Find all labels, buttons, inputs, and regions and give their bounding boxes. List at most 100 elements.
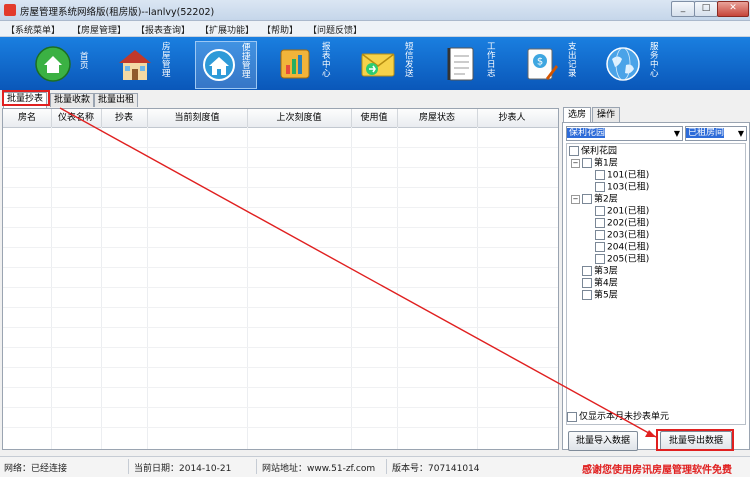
room-status-select[interactable]: 已租房间 ▼ — [685, 126, 747, 141]
collapse-icon[interactable]: − — [571, 194, 580, 204]
minimize-button[interactable]: _ — [671, 1, 695, 17]
toolbar-work-log[interactable]: 工作日志 — [437, 41, 507, 87]
tree-node-room[interactable]: 204(已租) — [595, 242, 649, 253]
toolbar-sms[interactable]: 短信发送 — [355, 41, 425, 87]
tree-node-label: 第2层 — [594, 194, 618, 205]
tab-select-room[interactable]: 选房 — [563, 107, 592, 122]
community-select-value: 保利花园 — [567, 128, 606, 138]
toolbar-home[interactable]: 首页 — [30, 41, 100, 87]
column-reader[interactable]: 抄表人 — [477, 109, 547, 127]
checkbox[interactable] — [582, 266, 592, 276]
toolbar-sms-label: 短信发送 — [405, 42, 414, 79]
tree-node-label: 201(已租) — [607, 206, 650, 217]
checkbox[interactable] — [582, 278, 592, 288]
toolbar-expense-record-label: 支出记录 — [568, 42, 577, 79]
globe-icon — [606, 47, 640, 81]
checkbox[interactable] — [595, 254, 605, 264]
room-tree[interactable]: 保利花园 − 第1层 101(已租) 103(已租) − 第2层 201(已租) 2… — [566, 143, 746, 425]
menu-help[interactable]: 【帮助】 — [262, 23, 298, 36]
checkbox[interactable] — [582, 194, 592, 204]
column-usage[interactable]: 使用值 — [351, 109, 398, 127]
tree-node-root[interactable]: 保利花园 — [569, 146, 617, 157]
room-status-select-value: 已租房间 — [686, 128, 725, 138]
checkbox[interactable] — [595, 230, 605, 240]
tree-node-label: 第4层 — [594, 278, 618, 289]
tree-node-floor[interactable]: 第4层 — [582, 278, 618, 289]
checkbox[interactable] — [595, 218, 605, 228]
tree-node-label: 203(已租) — [607, 230, 650, 241]
tree-node-room[interactable]: 203(已租) — [595, 230, 649, 241]
menu-system[interactable]: 【系统菜单】 — [6, 23, 60, 36]
left-tab-strip: 批量抄表 批量收款 批量出租 — [0, 92, 560, 108]
only-unread-label: 仅显示本月未抄表单元 — [579, 412, 670, 422]
toolbar-quick-management-label: 便捷管理 — [242, 43, 251, 80]
column-reading[interactable]: 抄表 — [101, 109, 148, 127]
checkbox[interactable] — [595, 182, 605, 192]
checkbox[interactable] — [595, 206, 605, 216]
tree-node-label: 第3层 — [594, 266, 618, 277]
tree-node-floor[interactable]: 第5层 — [582, 290, 618, 301]
envelope-icon — [361, 53, 395, 77]
tree-node-room[interactable]: 103(已租) — [595, 182, 649, 193]
collapse-icon[interactable]: − — [571, 158, 580, 168]
tree-node-floor[interactable]: − 第2层 — [571, 194, 618, 205]
tree-node-label: 204(已租) — [607, 242, 650, 253]
menu-report-query[interactable]: 【报表查询】 — [136, 23, 190, 36]
tree-node-label: 第1层 — [594, 158, 618, 169]
tree-node-label: 第5层 — [594, 290, 618, 301]
toolbar-house-management[interactable]: 房屋管理 — [112, 41, 182, 87]
meter-reading-table[interactable]: 房名 仪表名称 抄表 当前刻度值 上次刻度值 使用值 房屋状态 抄表人 — [2, 108, 559, 450]
only-unread-checkbox[interactable]: 仅显示本月未抄表单元 — [567, 409, 669, 422]
tree-node-label: 103(已租) — [607, 182, 650, 193]
version-number: 版本号：707141014 — [392, 464, 480, 474]
menu-extensions[interactable]: 【扩展功能】 — [200, 23, 254, 36]
column-room-name[interactable]: 房名 — [3, 109, 52, 127]
toolbar-quick-management[interactable]: 便捷管理 — [195, 41, 257, 89]
checkbox[interactable] — [569, 146, 579, 156]
community-select[interactable]: 保利花园 ▼ — [566, 126, 683, 141]
tree-node-label: 202(已租) — [607, 218, 650, 229]
toolbar-report-center-label: 报表中心 — [322, 42, 331, 79]
tab-batch-collection[interactable]: 批量收款 — [50, 93, 95, 107]
column-meter-name[interactable]: 仪表名称 — [51, 109, 102, 127]
tree-node-floor[interactable]: 第3层 — [582, 266, 618, 277]
right-tab-strip: 选房 操作 — [562, 107, 748, 122]
house-gear-icon — [203, 49, 235, 81]
checkbox[interactable] — [595, 242, 605, 252]
toolbar-house-management-label: 房屋管理 — [162, 42, 171, 79]
tree-node-room[interactable]: 101(已租) — [595, 170, 649, 181]
toolbar-expense-record[interactable]: $ 支出记录 — [518, 41, 588, 87]
close-button[interactable]: ✕ — [717, 1, 749, 17]
toolbar-report-center[interactable]: 报表中心 — [272, 41, 342, 87]
checkbox[interactable] — [582, 158, 592, 168]
window-title: 房屋管理系统网络版(租房版)--lanlvy(52202) — [20, 7, 215, 18]
export-highlight-box — [656, 429, 734, 451]
column-previous-value[interactable]: 上次刻度值 — [247, 109, 352, 127]
tree-node-room[interactable]: 202(已租) — [595, 218, 649, 229]
tree-node-floor[interactable]: − 第1层 — [571, 158, 618, 169]
room-select-panel: 保利花园 ▼ 已租房间 ▼ 保利花园 − 第1层 101(已租) 103(已租) … — [562, 122, 750, 450]
tab-batch-rental[interactable]: 批量出租 — [94, 93, 139, 107]
menu-bar: 【系统菜单】 【房屋管理】 【报表查询】 【扩展功能】 【帮助】 【问题反馈】 — [0, 21, 750, 37]
maximize-button[interactable]: □ — [694, 1, 718, 17]
toolbar-service-center[interactable]: 服务中心 — [600, 41, 670, 87]
network-status: 网络：已经连接 — [4, 464, 68, 474]
checkbox[interactable] — [567, 411, 577, 422]
menu-house-management[interactable]: 【房屋管理】 — [72, 23, 126, 36]
toolbar-work-log-label: 工作日志 — [487, 42, 496, 79]
notebook-icon — [447, 47, 474, 81]
tab-highlight-box — [2, 90, 50, 106]
checkbox[interactable] — [595, 170, 605, 180]
column-room-status[interactable]: 房屋状态 — [397, 109, 478, 127]
checkbox[interactable] — [582, 290, 592, 300]
house-icon — [119, 50, 151, 80]
tree-node-label: 205(已租) — [607, 254, 650, 265]
tree-node-room[interactable]: 201(已租) — [595, 206, 649, 217]
thanks-message: 感谢您使用房讯房屋管理软件免费 — [582, 465, 732, 476]
chevron-down-icon: ▼ — [673, 129, 680, 138]
batch-import-button[interactable]: 批量导入数据 — [568, 431, 638, 451]
tree-node-room[interactable]: 205(已租) — [595, 254, 649, 265]
tab-operation[interactable]: 操作 — [592, 107, 621, 122]
menu-feedback[interactable]: 【问题反馈】 — [308, 23, 362, 36]
column-current-value[interactable]: 当前刻度值 — [147, 109, 248, 127]
